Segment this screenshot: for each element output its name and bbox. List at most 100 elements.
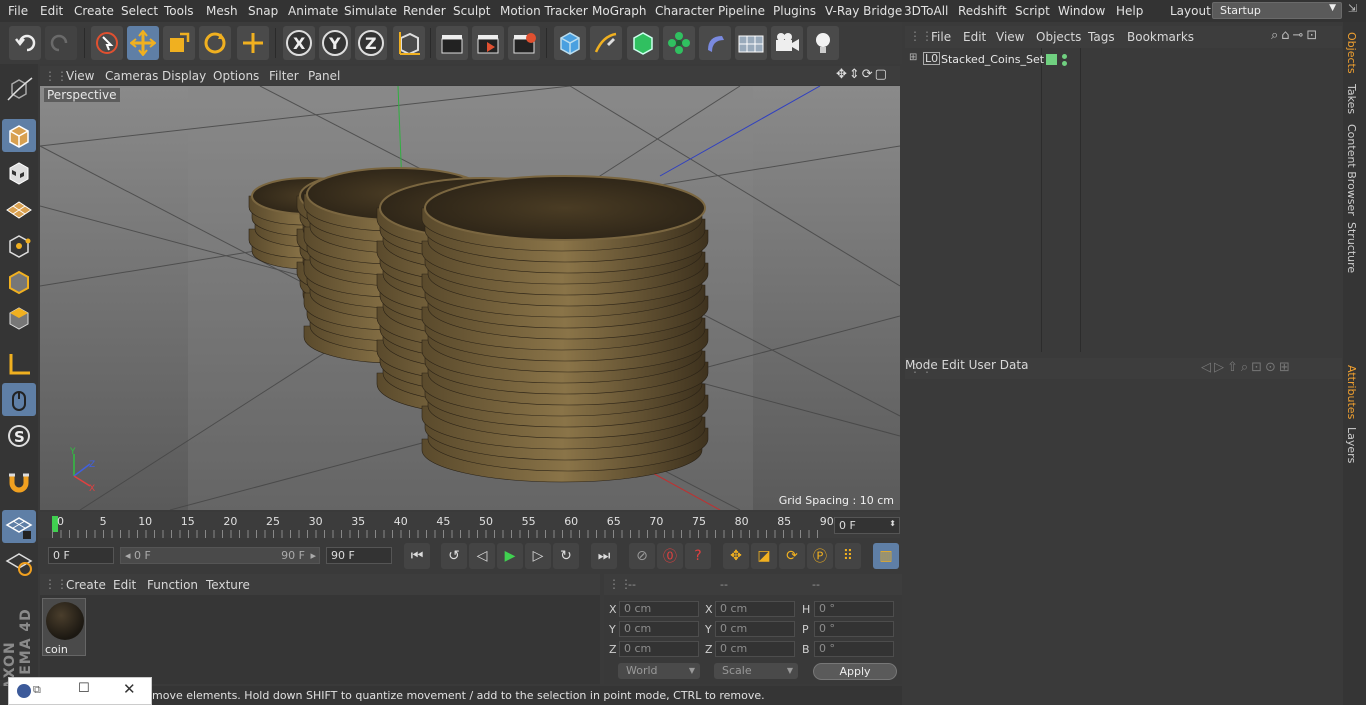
object-menu-view[interactable]: View xyxy=(996,30,1024,44)
solo-button[interactable]: S xyxy=(2,419,36,452)
viewport-nav-icons[interactable]: ✥⇕⟳▢ xyxy=(836,67,889,82)
rot-p-field[interactable]: 0 ° xyxy=(814,621,894,637)
move-button[interactable] xyxy=(127,26,159,60)
object-search-icons[interactable]: ⌕⌂⊸⊡ xyxy=(1271,28,1320,43)
enable-axis-button[interactable] xyxy=(2,347,36,380)
material-menu-edit[interactable]: Edit xyxy=(113,578,136,592)
key-position-button[interactable]: ✥ xyxy=(723,543,749,569)
tab-content-browser[interactable]: Content Browser xyxy=(1345,124,1358,216)
menu-plugins[interactable]: Plugins xyxy=(773,4,816,18)
object-menu-objects[interactable]: Objects xyxy=(1036,30,1081,44)
panel-menu-icon[interactable]: ⇲ xyxy=(1348,2,1364,20)
size-z-field[interactable]: 0 cm xyxy=(715,641,795,657)
texture-mode-button[interactable] xyxy=(2,156,36,189)
minimized-window[interactable]: ⧉ ☐ ✕ xyxy=(8,677,152,705)
menu-file[interactable]: File xyxy=(8,4,28,18)
viewport-menu-options[interactable]: Options xyxy=(213,69,259,83)
viewport-menu-cameras[interactable]: Cameras xyxy=(105,69,158,83)
add-spline-button[interactable] xyxy=(590,26,622,60)
menu-edit[interactable]: Edit xyxy=(40,4,63,18)
apply-button[interactable]: Apply xyxy=(813,663,897,680)
object-menu-bookmarks[interactable]: Bookmarks xyxy=(1127,30,1194,44)
render-settings-button[interactable] xyxy=(508,26,540,60)
add-floor-button[interactable] xyxy=(735,26,767,60)
add-deformer-button[interactable] xyxy=(699,26,731,60)
tab-structure[interactable]: Structure xyxy=(1345,222,1358,273)
menu-character[interactable]: Character xyxy=(655,4,714,18)
rot-b-field[interactable]: 0 ° xyxy=(814,641,894,657)
object-menu-edit[interactable]: Edit xyxy=(963,30,986,44)
maximize-icon[interactable]: ☐ xyxy=(78,681,90,696)
pos-z-field[interactable]: 0 cm xyxy=(619,641,699,657)
size-mode-select[interactable]: Scale ▼ xyxy=(714,663,798,679)
live-selection-button[interactable] xyxy=(91,26,123,60)
restore-icon[interactable]: ⧉ xyxy=(33,683,41,697)
coordinate-mode-select[interactable]: World ▼ xyxy=(618,663,700,679)
menu-snap[interactable]: Snap xyxy=(248,4,278,18)
rotate-button[interactable] xyxy=(199,26,231,60)
play-button[interactable]: ▶ xyxy=(497,543,523,569)
timeline-ruler[interactable] xyxy=(40,512,900,538)
key-scale-button[interactable]: ◪ xyxy=(751,543,777,569)
viewport-perspective[interactable]: Y Z X Perspective Grid Spacing : 10 cm xyxy=(40,86,900,510)
tab-attributes[interactable]: Attributes xyxy=(1345,365,1358,419)
drag-handle-icon[interactable]: ⋮⋮ xyxy=(909,29,933,43)
make-editable-button[interactable] xyxy=(2,72,36,105)
pos-y-field[interactable]: 0 cm xyxy=(619,621,699,637)
end-frame-field[interactable]: 90 F xyxy=(326,547,392,564)
y-axis-button[interactable]: Y xyxy=(319,26,351,60)
z-axis-button[interactable]: Z xyxy=(355,26,387,60)
x-axis-button[interactable]: X xyxy=(283,26,315,60)
menu-script[interactable]: Script xyxy=(1015,4,1050,18)
model-mode-button[interactable] xyxy=(2,119,36,152)
timeline-window-button[interactable]: ▥ xyxy=(873,543,899,569)
coordinate-system-button[interactable] xyxy=(393,26,425,60)
attribute-nav-icons[interactable]: ◁▷⇧⌕⊡⊙⊞ xyxy=(1201,360,1293,375)
layout-select[interactable]: Startup ▼ xyxy=(1212,2,1342,19)
menu-mograph[interactable]: MoGraph xyxy=(592,4,647,18)
add-cube-button[interactable] xyxy=(554,26,586,60)
menu-window[interactable]: Window xyxy=(1058,4,1105,18)
menu-simulate[interactable]: Simulate xyxy=(344,4,397,18)
menu-mesh[interactable]: Mesh xyxy=(206,4,238,18)
tab-takes[interactable]: Takes xyxy=(1345,84,1358,114)
next-frame-button[interactable]: ▷ xyxy=(525,543,551,569)
current-frame-field[interactable]: 0 F ⬍ xyxy=(834,517,900,534)
tab-objects[interactable]: Objects xyxy=(1345,32,1358,74)
layer-color-swatch[interactable] xyxy=(1046,54,1057,65)
scale-button[interactable] xyxy=(163,26,195,60)
rot-h-field[interactable]: 0 ° xyxy=(814,601,894,617)
workplane-settings-button[interactable] xyxy=(2,546,36,579)
material-menu-texture[interactable]: Texture xyxy=(206,578,250,592)
next-key-button[interactable]: ↻ xyxy=(553,543,579,569)
autokey-button[interactable]: ⓪ xyxy=(657,543,683,569)
object-row[interactable]: ⊞ L0 Stacked_Coins_Set xyxy=(907,51,1044,69)
menu-sculpt[interactable]: Sculpt xyxy=(453,4,490,18)
material-menu-create[interactable]: Create xyxy=(66,578,106,592)
viewport-menu-display[interactable]: Display xyxy=(162,69,206,83)
menu-render[interactable]: Render xyxy=(403,4,446,18)
tweak-mode-button[interactable] xyxy=(2,383,36,416)
recent-tool-button[interactable] xyxy=(237,26,269,60)
start-frame-field[interactable]: 0 F xyxy=(48,547,114,564)
drag-handle-icon[interactable]: ⋮⋮ xyxy=(44,69,68,83)
goto-end-button[interactable]: ⏭ xyxy=(591,543,617,569)
menu-help[interactable]: Help xyxy=(1116,4,1143,18)
material-swatch[interactable]: coin xyxy=(42,598,86,656)
render-picture-viewer-button[interactable] xyxy=(472,26,504,60)
drag-handle-icon[interactable]: ⋮⋮ xyxy=(44,577,68,591)
prev-frame-button[interactable]: ◁ xyxy=(469,543,495,569)
polygons-mode-button[interactable] xyxy=(2,301,36,334)
undo-button[interactable] xyxy=(9,26,41,60)
material-menu-function[interactable]: Function xyxy=(147,578,198,592)
snap-button[interactable] xyxy=(2,465,36,498)
keyframe-selection-button[interactable]: ? xyxy=(685,543,711,569)
add-camera-button[interactable] xyxy=(771,26,803,60)
attribute-menu-edit[interactable]: Edit xyxy=(942,358,965,372)
object-menu-tags[interactable]: Tags xyxy=(1088,30,1115,44)
workplane-mode-button[interactable] xyxy=(2,192,36,225)
add-generator-button[interactable] xyxy=(627,26,659,60)
viewport-menu-panel[interactable]: Panel xyxy=(308,69,340,83)
expand-icon[interactable]: ⊞ xyxy=(909,52,917,63)
key-pla-button[interactable]: ⠿ xyxy=(835,543,861,569)
